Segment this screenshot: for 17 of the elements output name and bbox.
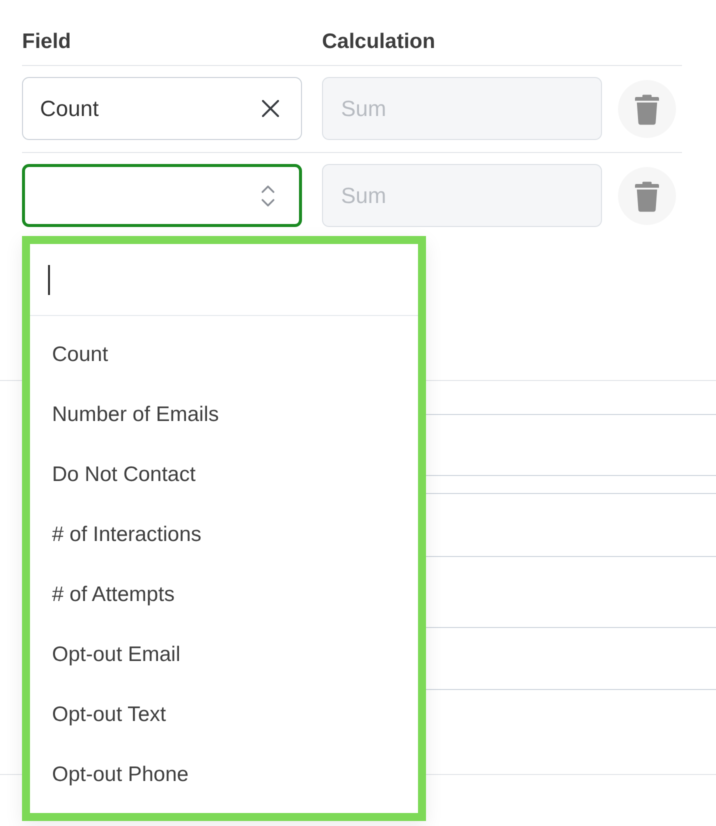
- dropdown-option[interactable]: Do Not Contact: [30, 445, 418, 505]
- column-header: Field: [22, 30, 72, 53]
- dropdown-option[interactable]: # of Interactions: [30, 505, 418, 565]
- dropdown-option[interactable]: Opt-out Phone: [30, 745, 418, 805]
- clear-icon[interactable]: [262, 100, 279, 117]
- field-select[interactable]: Count: [22, 77, 302, 140]
- field-select[interactable]: [22, 164, 302, 227]
- dropdown-option[interactable]: Opt-out Email: [30, 625, 418, 685]
- up-down-chevron-icon: [261, 184, 275, 208]
- dropdown-option[interactable]: Count: [30, 325, 418, 385]
- dropdown-option[interactable]: Opt-out Text: [30, 685, 418, 745]
- trash-icon: [635, 180, 659, 212]
- text-cursor-icon: [48, 264, 50, 294]
- column-header: Calculation: [322, 30, 436, 53]
- dropdown-option[interactable]: Number of Emails: [30, 385, 418, 445]
- trash-icon: [635, 92, 659, 124]
- dropdown-option[interactable]: # of Attempts: [30, 565, 418, 625]
